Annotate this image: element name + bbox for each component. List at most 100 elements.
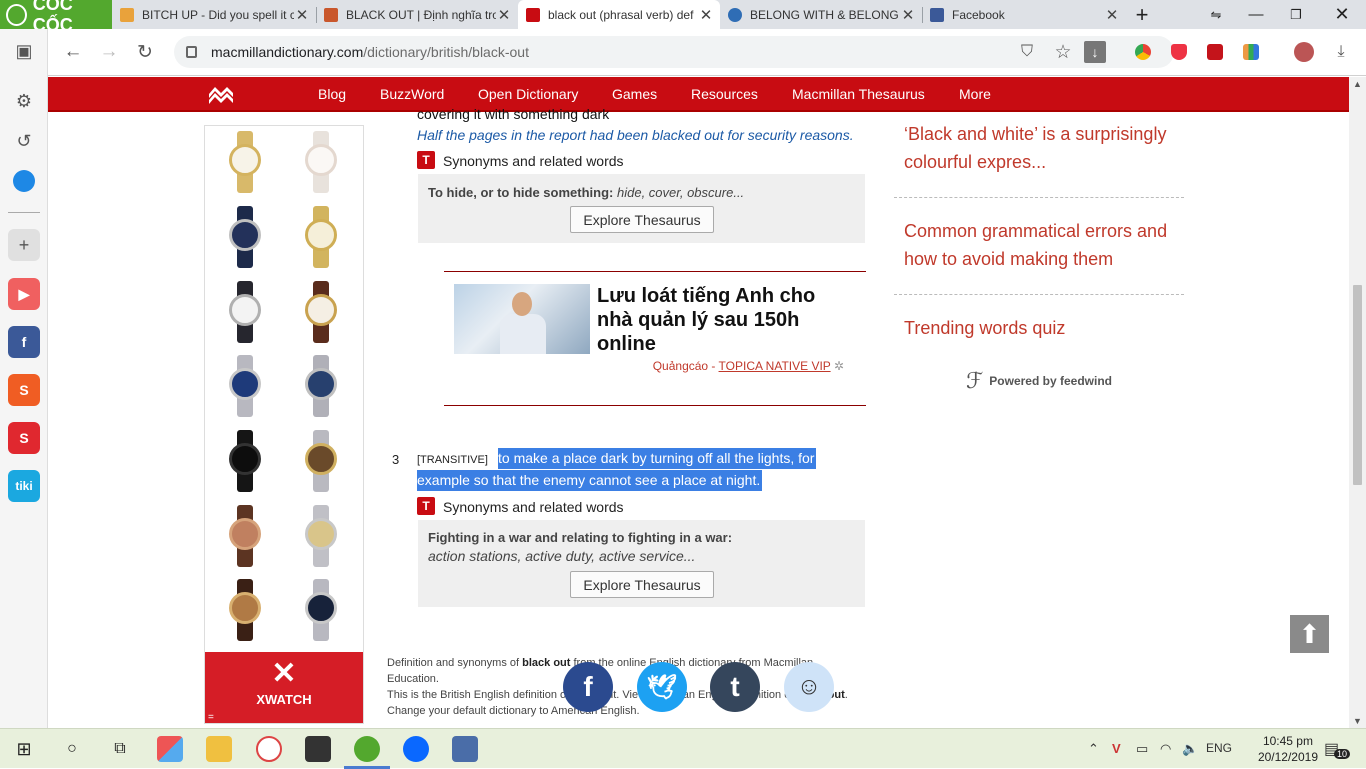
- feedwind-credit[interactable]: ℱ Powered by feedwind: [966, 368, 1112, 394]
- page-scrollbar[interactable]: ▲ ▼: [1349, 77, 1366, 728]
- clock[interactable]: 10:45 pm 20/12/2019: [1258, 733, 1318, 765]
- facebook-share-button[interactable]: f: [563, 662, 613, 712]
- restore-icon[interactable]: ❐: [1276, 0, 1316, 29]
- twitter-share-button[interactable]: 🕊: [637, 662, 687, 712]
- watch-image[interactable]: [303, 505, 339, 567]
- watch-image[interactable]: [303, 355, 339, 417]
- add-panel-icon[interactable]: +: [8, 229, 40, 261]
- tab-close-icon[interactable]: ✕: [294, 6, 310, 24]
- watch-image[interactable]: [227, 355, 263, 417]
- tab-black-out-vn[interactable]: BLACK OUT | Định nghĩa tro ✕: [316, 0, 518, 29]
- red-extension-icon[interactable]: [1207, 44, 1223, 60]
- history-icon[interactable]: ↺: [8, 125, 40, 157]
- ad-photo[interactable]: [454, 284, 590, 354]
- tray-expand-icon[interactable]: ⌃: [1088, 741, 1099, 757]
- antivirus-tray-icon[interactable]: V: [1112, 741, 1121, 756]
- ad-sponsor-link[interactable]: TOPICA NATIVE VIP: [719, 359, 831, 373]
- scroll-up-icon[interactable]: ▲: [1349, 79, 1366, 89]
- sense3-synonyms[interactable]: action stations, active duty, active ser…: [428, 548, 695, 564]
- zalo-icon[interactable]: [403, 736, 429, 762]
- native-advertisement[interactable]: Lưu loát tiếng Anh cho nhà quản lý sau 1…: [444, 271, 866, 406]
- feed-item-grammar-errors[interactable]: Common grammatical errors and how to avo…: [904, 217, 1174, 273]
- ad-info-icon[interactable]: ✲: [834, 359, 844, 373]
- watch-image[interactable]: [227, 206, 263, 268]
- nav-open-dictionary[interactable]: Open Dictionary: [478, 86, 578, 102]
- snipping-tool-icon[interactable]: [256, 736, 282, 762]
- task-view-icon[interactable]: ⧉: [108, 737, 132, 761]
- color-extension-icon[interactable]: [1243, 44, 1259, 60]
- tab-close-icon[interactable]: ✕: [698, 6, 714, 24]
- bookmark-star-icon[interactable]: ☆: [1048, 37, 1078, 67]
- watch-image[interactable]: [227, 505, 263, 567]
- youtube-icon[interactable]: ▶: [8, 278, 40, 310]
- watch-image[interactable]: [303, 206, 339, 268]
- sendo-icon[interactable]: S: [8, 422, 40, 454]
- volume-icon[interactable]: 🔈: [1182, 741, 1198, 757]
- watch-image[interactable]: [227, 281, 263, 343]
- tab-close-icon[interactable]: ✕: [1104, 6, 1120, 24]
- explore-thesaurus-button[interactable]: Explore Thesaurus: [570, 206, 714, 233]
- profile-avatar[interactable]: [1294, 42, 1314, 62]
- tumblr-share-button[interactable]: t: [710, 662, 760, 712]
- reload-icon[interactable]: ↻: [130, 37, 160, 67]
- nav-resources[interactable]: Resources: [691, 86, 758, 102]
- new-tab-icon[interactable]: +: [1122, 0, 1162, 29]
- back-icon[interactable]: ←: [58, 37, 88, 67]
- wifi-icon[interactable]: ◠: [1160, 741, 1171, 757]
- downloads-icon[interactable]: ⤓: [1326, 37, 1356, 67]
- nav-blog[interactable]: Blog: [318, 86, 346, 102]
- sense3-category[interactable]: Fighting in a war and relating to fighti…: [428, 530, 732, 545]
- download-page-icon[interactable]: ↓: [1084, 41, 1106, 63]
- watch-image[interactable]: [227, 430, 263, 492]
- xwatch-banner[interactable]: ✕ XWATCH =: [205, 652, 363, 723]
- battery-icon[interactable]: ▭: [1136, 741, 1148, 757]
- coccoc-taskbar-icon[interactable]: [354, 736, 380, 762]
- tab-close-icon[interactable]: ✕: [496, 6, 512, 24]
- back-to-top-button[interactable]: ⬆: [1290, 615, 1329, 653]
- close-window-icon[interactable]: ✕: [1322, 0, 1362, 29]
- nav-thesaurus[interactable]: Macmillan Thesaurus: [792, 86, 925, 102]
- facebook-sidebar-icon[interactable]: f: [8, 326, 40, 358]
- sense2-thesaurus-entry[interactable]: To hide, or to hide something: hide, cov…: [428, 185, 744, 200]
- nav-games[interactable]: Games: [612, 86, 657, 102]
- nav-more[interactable]: More: [959, 86, 991, 102]
- tab-black-out-macmillan[interactable]: black out (phrasal verb) def ✕: [518, 0, 720, 29]
- shield-icon[interactable]: ⛉: [1012, 37, 1042, 67]
- browser-brand[interactable]: CỐC CỐC: [0, 0, 112, 35]
- messenger-icon[interactable]: [8, 165, 40, 197]
- app-icon[interactable]: [452, 736, 478, 762]
- settings-gear-icon[interactable]: ⚙: [8, 85, 40, 117]
- watch-image[interactable]: [303, 281, 339, 343]
- watch-image[interactable]: [303, 430, 339, 492]
- explore-thesaurus-button[interactable]: Explore Thesaurus: [570, 571, 714, 598]
- reddit-share-button[interactable]: ☺: [784, 662, 834, 712]
- sticky-notes-icon[interactable]: [305, 736, 331, 762]
- nav-buzzword[interactable]: BuzzWord: [380, 86, 444, 102]
- scrollbar-thumb[interactable]: [1353, 285, 1362, 485]
- tiki-icon[interactable]: tiki: [8, 470, 40, 502]
- search-circle-icon[interactable]: ○: [60, 737, 84, 761]
- adblock-extension-icon[interactable]: [1171, 44, 1187, 60]
- feed-item-trending-quiz[interactable]: Trending words quiz: [904, 314, 1174, 342]
- paint-app-icon[interactable]: [157, 736, 183, 762]
- tab-search-icon[interactable]: ⇋: [1196, 0, 1236, 29]
- watch-advertisement[interactable]: ✕ XWATCH =: [204, 125, 364, 724]
- input-language[interactable]: ENG: [1206, 741, 1232, 755]
- sidebar-toggle-icon[interactable]: ▣: [8, 35, 40, 67]
- tab-close-icon[interactable]: ✕: [900, 6, 916, 24]
- macmillan-logo-icon[interactable]: [208, 84, 234, 104]
- ad-headline[interactable]: Lưu loát tiếng Anh cho nhà quản lý sau 1…: [597, 284, 847, 356]
- watch-image[interactable]: [227, 579, 263, 641]
- minimize-icon[interactable]: —: [1236, 0, 1276, 29]
- watch-image[interactable]: [303, 131, 339, 193]
- feed-item-black-and-white[interactable]: ‘Black and white’ is a surprisingly colo…: [904, 120, 1174, 176]
- scroll-down-icon[interactable]: ▼: [1349, 716, 1366, 726]
- tab-bitch-up[interactable]: BITCH UP - Did you spell it c ✕: [112, 0, 316, 29]
- watch-image[interactable]: [303, 579, 339, 641]
- tab-belong-with[interactable]: BELONG WITH & BELONG T ✕: [720, 0, 922, 29]
- forward-icon[interactable]: →: [94, 37, 124, 67]
- file-explorer-icon[interactable]: [206, 736, 232, 762]
- watch-image[interactable]: [227, 131, 263, 193]
- chrome-extension-icon[interactable]: [1135, 44, 1151, 60]
- windows-start-icon[interactable]: ⊞: [12, 737, 36, 761]
